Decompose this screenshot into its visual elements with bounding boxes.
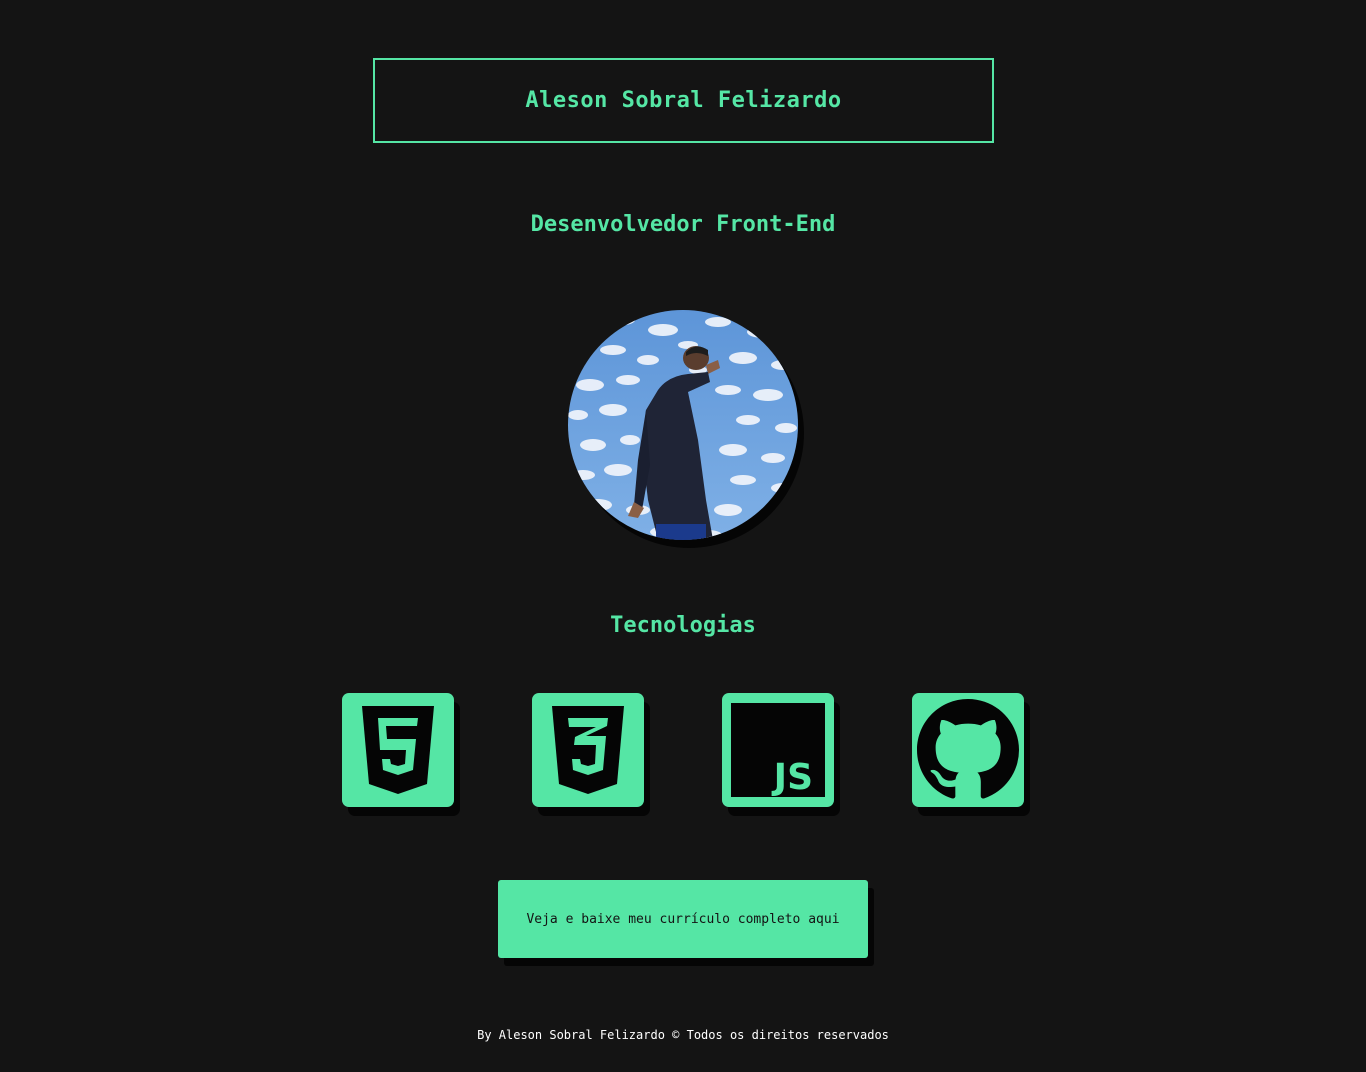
footer-copyright: By Aleson Sobral Felizardo © Todos os di…	[477, 1028, 889, 1042]
javascript-icon: JS	[731, 703, 825, 797]
page-title: Aleson Sobral Felizardo	[525, 88, 842, 113]
javascript-tile: JS	[722, 693, 834, 807]
profile-photo-image	[568, 310, 798, 540]
name-header: Aleson Sobral Felizardo	[373, 58, 994, 143]
technologies-list: JS	[0, 693, 1366, 807]
portfolio-page: Aleson Sobral Felizardo Desenvolvedor Fr…	[0, 0, 1366, 1072]
javascript-icon-label: JS	[771, 757, 813, 797]
css3-icon	[552, 706, 624, 794]
html5-tile	[342, 693, 454, 807]
css3-tile	[532, 693, 644, 807]
role-subtitle: Desenvolvedor Front-End	[530, 212, 836, 237]
profile-photo	[568, 310, 798, 540]
github-tile[interactable]	[912, 693, 1024, 807]
technologies-title: Tecnologias	[610, 613, 756, 638]
html5-icon	[362, 706, 434, 794]
download-resume-button[interactable]: Veja e baixe meu currículo completo aqui	[498, 880, 868, 958]
github-icon[interactable]	[917, 699, 1019, 801]
